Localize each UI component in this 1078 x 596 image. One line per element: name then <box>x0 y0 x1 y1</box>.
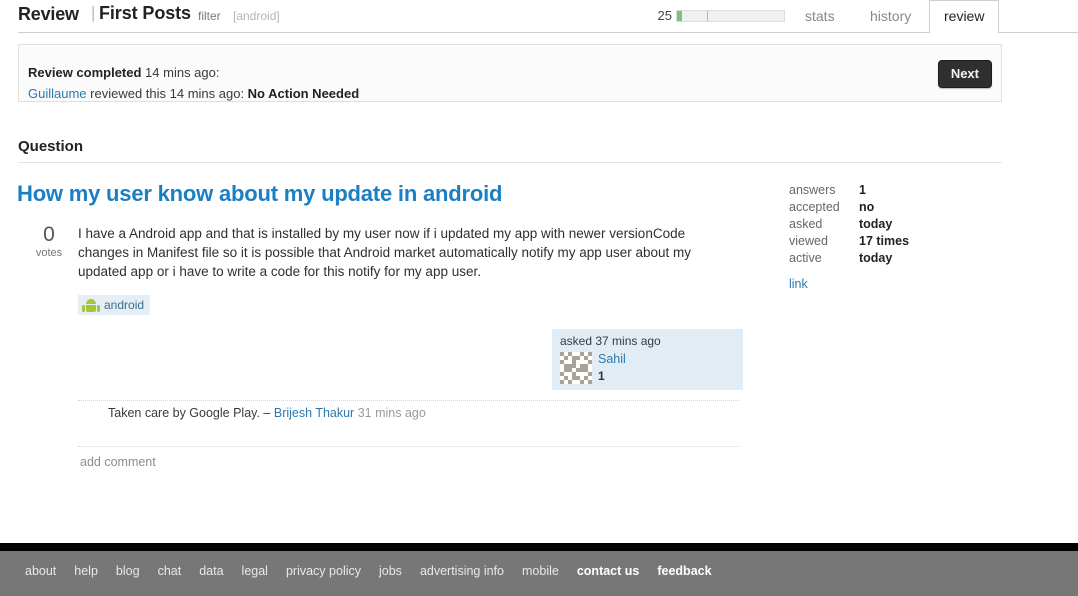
stat-key: active <box>789 251 822 265</box>
android-robot-icon <box>82 298 100 312</box>
footer-links: about help blog chat data legal privacy … <box>16 564 721 578</box>
filter-link[interactable]: filter <box>198 9 221 23</box>
reviewer-link[interactable]: Guillaume <box>28 86 87 101</box>
footer-link-feedback[interactable]: feedback <box>648 564 720 578</box>
tag-label: android <box>104 298 145 312</box>
stat-row-viewed: viewed 17 times <box>789 234 999 251</box>
stat-value: 17 times <box>859 234 910 248</box>
footer-link-data[interactable]: data <box>190 564 232 578</box>
review-completed-banner: Review completed 14 mins ago: Guillaume … <box>18 44 1002 102</box>
stat-key: accepted <box>789 200 840 214</box>
page-root: Review | First Posts filter [android] 25… <box>0 0 1078 596</box>
tab-stats[interactable]: stats <box>795 0 845 31</box>
stat-key: asked <box>789 217 823 231</box>
next-button[interactable]: Next <box>937 60 992 88</box>
stat-row-link: link <box>789 277 999 294</box>
progress-tick <box>706 11 708 21</box>
add-comment-link[interactable]: add comment <box>80 455 156 469</box>
header-divider <box>18 32 1078 33</box>
comment-row: Taken care by Google Play. – Brijesh Tha… <box>108 406 426 420</box>
question-title-link[interactable]: How my user know about my update in andr… <box>17 181 502 207</box>
vote-block: 0 votes <box>31 224 67 260</box>
footer-link-contact-us[interactable]: contact us <box>568 564 649 578</box>
comment-dash: – <box>263 406 271 420</box>
question-link[interactable]: link <box>789 277 808 291</box>
banner-detail: Guillaume reviewed this 14 mins ago: No … <box>28 86 359 101</box>
footer-top-bar <box>0 543 1078 551</box>
question-body: I have a Android app and that is install… <box>78 226 692 279</box>
stat-row-asked: asked today <box>789 217 999 234</box>
tab-history[interactable]: history <box>860 0 921 31</box>
footer-link-advertising-info[interactable]: advertising info <box>411 564 513 578</box>
review-verdict: No Action Needed <box>247 86 360 101</box>
banner-completed-time: 14 mins ago: <box>141 65 220 80</box>
stat-row-active: active today <box>789 251 999 268</box>
footer-link-help[interactable]: help <box>65 564 107 578</box>
review-queue-name: First Posts <box>99 3 191 23</box>
stat-value: today <box>859 217 893 231</box>
comment-author-link[interactable]: Brijesh Thakur <box>274 406 354 420</box>
stat-value: 1 <box>859 183 866 197</box>
title-separator: | <box>91 3 96 22</box>
asker-name-link[interactable]: Sahil <box>598 352 626 366</box>
question-stats-rail: answers 1 accepted no asked today viewed… <box>789 183 999 294</box>
page-footer: about help blog chat data legal privacy … <box>0 551 1078 596</box>
asker-reputation: 1 <box>598 369 605 383</box>
footer-link-jobs[interactable]: jobs <box>370 564 411 578</box>
comment-divider-top <box>78 400 740 401</box>
comment-text: Taken care by Google Play. <box>108 406 260 420</box>
comment-timestamp: 31 mins ago <box>357 406 426 420</box>
tag-android[interactable]: android <box>78 295 151 315</box>
asked-by-card: asked 37 mins ago Sahil 1 <box>552 329 743 390</box>
stat-row-accepted: accepted no <box>789 200 999 217</box>
tab-review[interactable]: review <box>929 0 1000 34</box>
identicon-pattern <box>560 352 592 384</box>
stat-key: viewed <box>789 234 828 248</box>
asked-timestamp: asked 37 mins ago <box>560 334 661 348</box>
stat-value: no <box>859 200 875 214</box>
banner-headline: Review completed 14 mins ago: <box>28 65 219 80</box>
banner-reviewed-text: reviewed this 14 mins ago: <box>86 86 248 101</box>
page-title: Review <box>18 4 79 24</box>
footer-link-mobile[interactable]: mobile <box>513 564 568 578</box>
footer-link-chat[interactable]: chat <box>149 564 191 578</box>
progress-fill <box>677 11 683 21</box>
footer-link-legal[interactable]: legal <box>233 564 277 578</box>
footer-link-about[interactable]: about <box>16 564 65 578</box>
banner-completed-label: Review completed <box>28 65 142 80</box>
footer-link-blog[interactable]: blog <box>107 564 149 578</box>
question-section-heading: Question <box>18 138 84 155</box>
active-filter-tag: [android] <box>233 9 280 23</box>
avatar[interactable] <box>560 352 592 384</box>
stat-row-answers: answers 1 <box>789 183 999 200</box>
footer-link-privacy-policy[interactable]: privacy policy <box>277 564 370 578</box>
review-count: 25 <box>657 8 672 23</box>
question-heading-divider <box>18 162 1002 163</box>
stat-key: answers <box>789 183 836 197</box>
daily-review-progress-bar <box>676 10 785 22</box>
stat-value: today <box>859 251 893 265</box>
page-header: Review | First Posts filter [android] 25… <box>0 0 1078 34</box>
comment-divider-bottom <box>78 446 740 447</box>
vote-label: votes <box>35 247 63 259</box>
vote-count: 0 <box>43 223 55 246</box>
